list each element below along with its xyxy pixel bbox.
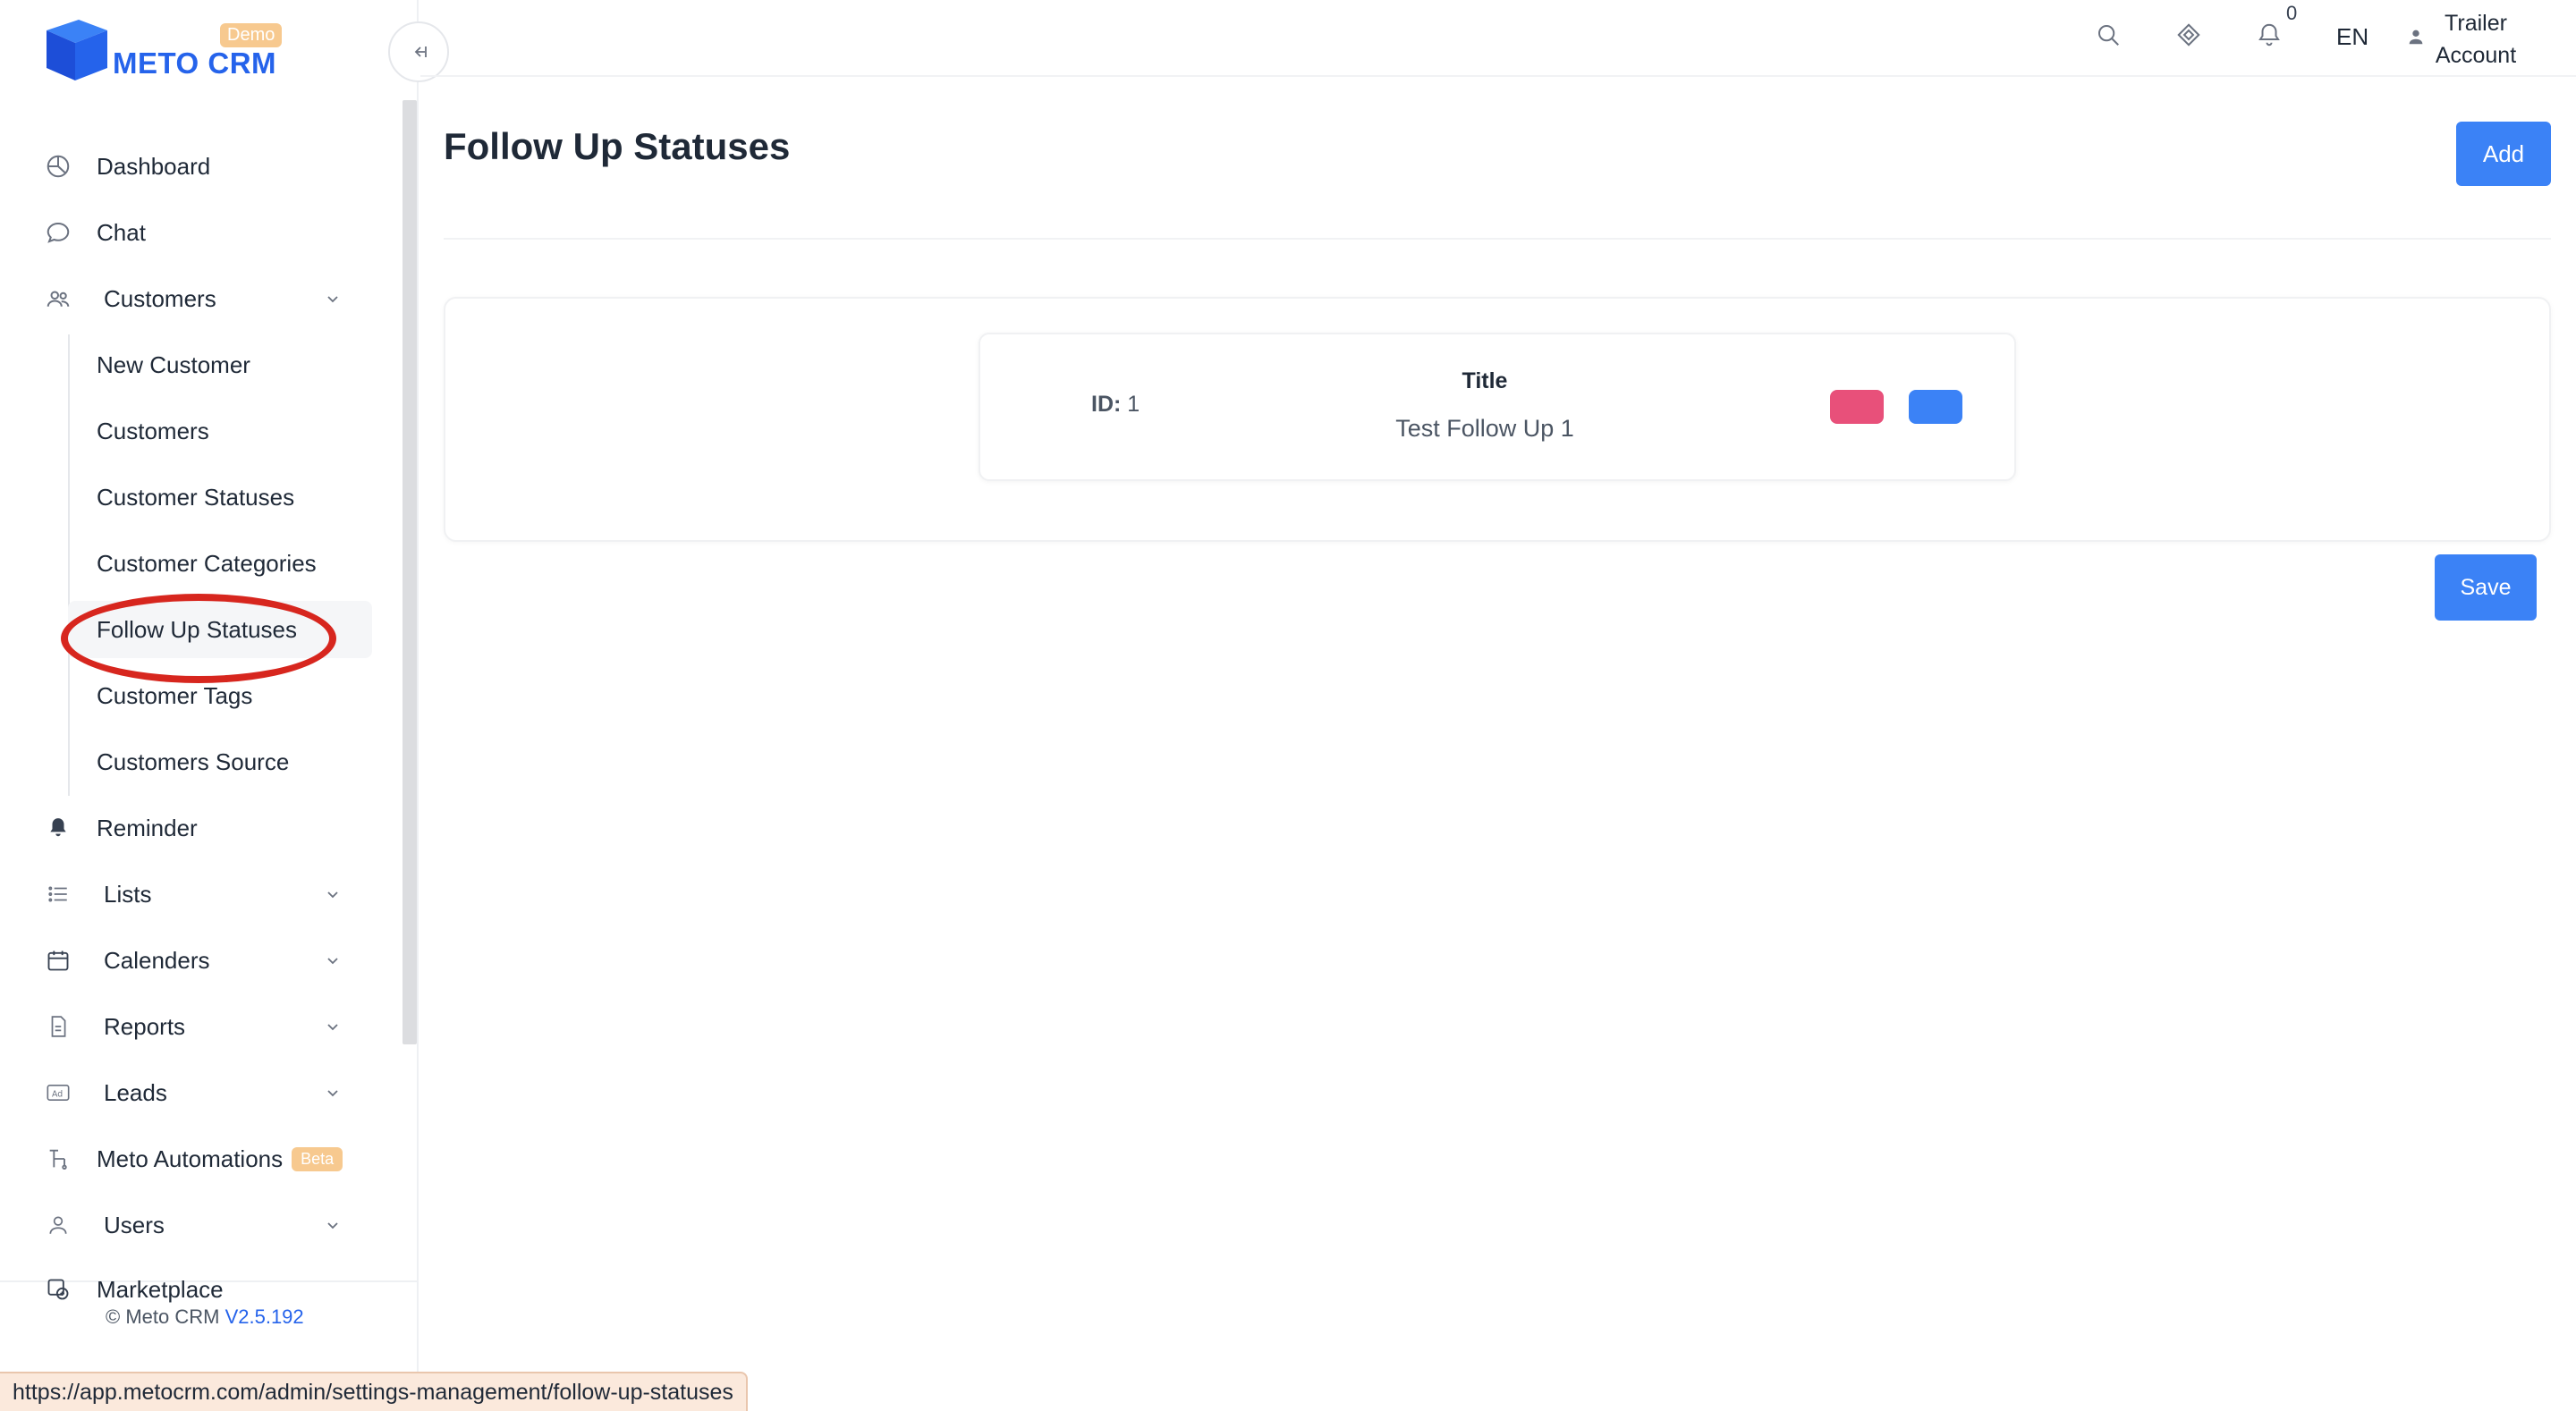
sidebar-item-label: Customer Tags: [97, 681, 253, 709]
record-title-label: Title: [1462, 368, 1508, 393]
sidebar-item-dashboard[interactable]: Dashboard: [0, 138, 376, 195]
sidebar-item-label: Calenders: [104, 946, 210, 974]
sidebar-item-label: Reports: [104, 1012, 186, 1040]
bell-icon[interactable]: [2256, 21, 2286, 52]
record-id: ID: 1: [1091, 392, 1140, 418]
copyright: © Meto CRM V2.5.192: [106, 1305, 304, 1329]
sidebar-item-label: Marketplace: [97, 1275, 224, 1303]
sidebar-item-label: New Customer: [97, 351, 250, 378]
version-label[interactable]: V2.5.192: [225, 1305, 304, 1328]
demo-badge: Demo: [220, 23, 283, 47]
chat-icon: [43, 217, 73, 248]
delete-button[interactable]: [1830, 390, 1884, 424]
header-divider: [444, 238, 2551, 240]
notification-count: 0: [2286, 2, 2298, 24]
page-title: Follow Up Statuses: [444, 125, 791, 167]
brand-name: METO CRM: [113, 46, 277, 80]
highlight-annotation: [61, 594, 336, 683]
add-button[interactable]: Add: [2456, 122, 2551, 186]
language-selector[interactable]: EN: [2336, 23, 2368, 51]
dashboard-icon: [43, 151, 73, 182]
sidebar-item-label: Dashboard: [97, 152, 211, 180]
record-id-value: 1: [1127, 392, 1140, 417]
record-id-label: ID:: [1091, 392, 1122, 417]
sidebar-subitem-customer-categories[interactable]: Customer Categories: [68, 535, 372, 592]
sidebar: METO CRM Demo Dashboard Chat Customers N…: [0, 0, 419, 1411]
chevron-down-icon: [322, 1016, 343, 1037]
save-button[interactable]: Save: [2435, 554, 2537, 621]
top-bar: [420, 0, 2576, 77]
sidebar-item-label: Customer Categories: [97, 549, 317, 577]
ad-icon: Ad: [43, 1077, 73, 1108]
sidebar-subitem-customer-statuses[interactable]: Customer Statuses: [68, 469, 372, 526]
sidebar-item-label: Customers: [104, 284, 216, 312]
sidebar-item-label: Reminder: [97, 814, 198, 841]
sidebar-item-lists[interactable]: Lists: [0, 866, 376, 923]
sidebar-item-reminder[interactable]: Reminder: [0, 799, 376, 857]
chevron-down-icon: [322, 1214, 343, 1236]
chevron-down-icon: [322, 950, 343, 971]
sidebar-item-label: Customer Statuses: [97, 483, 295, 511]
sidebar-item-chat[interactable]: Chat: [0, 204, 376, 261]
sidebar-item-reports[interactable]: Reports: [0, 998, 376, 1055]
sidebar-item-label: Chat: [97, 218, 146, 246]
sidebar-item-customers[interactable]: Customers: [0, 270, 376, 327]
report-icon: [43, 1011, 73, 1042]
record-title-value: Test Follow Up 1: [1395, 415, 1574, 442]
diamond-icon[interactable]: [2175, 21, 2206, 52]
search-icon[interactable]: [2095, 21, 2125, 52]
sidebar-item-calenders[interactable]: Calenders: [0, 932, 376, 989]
sidebar-item-leads[interactable]: Ad Leads: [0, 1064, 376, 1121]
beta-badge: Beta: [292, 1146, 343, 1171]
sidebar-subitem-customers-source[interactable]: Customers Source: [68, 733, 372, 790]
sidebar-item-label: Leads: [104, 1078, 167, 1106]
user-icon: [2406, 27, 2426, 46]
bell-icon: [43, 813, 73, 843]
chevron-down-icon: [322, 883, 343, 905]
sidebar-subitem-customers[interactable]: Customers: [68, 402, 372, 460]
sidebar-scrollbar[interactable]: [402, 100, 417, 1044]
user-icon: [43, 1210, 73, 1240]
sidebar-item-label: Customers Source: [97, 748, 290, 775]
sidebar-item-users[interactable]: Users: [0, 1196, 376, 1254]
list-icon: [43, 879, 73, 909]
chevron-down-icon: [322, 288, 343, 309]
sidebar-item-label: Lists: [104, 880, 152, 908]
link-status-bar: https://app.metocrm.com/admin/settings-m…: [0, 1372, 748, 1411]
user-account-menu[interactable]: Trailer Account: [2429, 7, 2522, 72]
automation-icon: [43, 1144, 73, 1174]
sidebar-item-label: Users: [104, 1211, 165, 1238]
sidebar-item-label: Meto Automations: [97, 1145, 284, 1172]
calendar-icon: [43, 945, 73, 976]
cube-logo-icon: [43, 18, 107, 82]
chevron-down-icon: [322, 1082, 343, 1103]
svg-text:Ad: Ad: [52, 1090, 63, 1100]
sidebar-item-meto-automations[interactable]: Meto Automations Beta: [0, 1130, 376, 1187]
sidebar-item-label: Customers: [97, 417, 209, 444]
marketplace-icon: [43, 1274, 73, 1305]
sidebar-subitem-new-customer[interactable]: New Customer: [68, 336, 372, 393]
copyright-text: © Meto CRM: [106, 1305, 220, 1328]
edit-button[interactable]: [1909, 390, 1962, 424]
users-icon: [43, 283, 73, 314]
